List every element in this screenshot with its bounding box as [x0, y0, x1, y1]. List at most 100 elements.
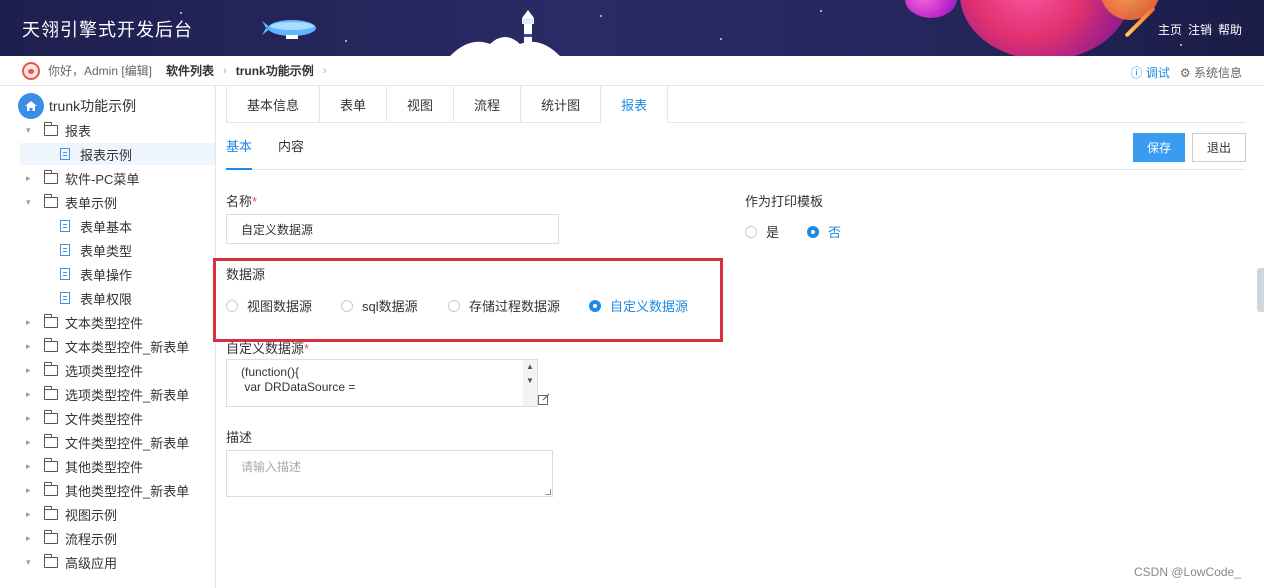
tree-item-label: 表单类型: [80, 243, 133, 259]
logout-link[interactable]: 注销: [1188, 21, 1212, 38]
star-decoration: [1180, 44, 1182, 46]
save-button[interactable]: 保存: [1133, 133, 1185, 162]
subtab-content[interactable]: 内容: [278, 134, 304, 170]
file-icon: [60, 148, 70, 160]
description-label: 描述: [226, 430, 253, 445]
breadcrumb-item-software-list[interactable]: 软件列表: [166, 62, 214, 79]
sidebar-tree-item[interactable]: 表单操作: [20, 263, 132, 285]
tab-basic-info[interactable]: 基本信息: [226, 86, 321, 123]
caret-right-icon[interactable]: ▸: [26, 173, 38, 184]
planet-illustration: [905, 0, 957, 18]
sidebar-tree-item[interactable]: 表单基本: [20, 215, 132, 237]
highlight-annotation-box: [213, 258, 723, 342]
tree-item-label: 选项类型控件_新表单: [65, 387, 190, 403]
caret-right-icon[interactable]: ▸: [26, 437, 38, 448]
edit-icon[interactable]: [538, 393, 550, 405]
top-tabs: 基本信息 表单 视图 流程 统计图 报表: [226, 86, 1246, 123]
blimp-illustration: [262, 20, 316, 39]
sidebar-tree-item[interactable]: 表单类型: [20, 239, 132, 261]
tree-item-label: 表单权限: [80, 291, 133, 307]
tree-item-label: 文件类型控件_新表单: [65, 435, 190, 451]
tab-chart[interactable]: 统计图: [521, 86, 602, 123]
tree-root-label: trunk功能示例: [49, 98, 137, 114]
tree-item-label: 文本类型控件_新表单: [65, 339, 190, 355]
print-no-radio[interactable]: 否: [807, 222, 841, 241]
sidebar-tree-item[interactable]: ▸ 文件类型控件: [26, 407, 143, 429]
radio-circle-icon: [745, 225, 757, 238]
resize-handle-icon[interactable]: [545, 489, 551, 495]
tab-report[interactable]: 报表: [601, 86, 669, 123]
caret-right-icon[interactable]: ▸: [26, 317, 38, 328]
star-decoration: [345, 40, 347, 42]
app-brand: 天翎引擎式开发后台: [22, 20, 193, 40]
gear-icon: ⚙: [1179, 66, 1194, 80]
custom-datasource-label: 自定义数据源*: [226, 341, 310, 356]
tree-root[interactable]: trunk功能示例: [18, 93, 136, 119]
name-label: 名称*: [226, 194, 258, 209]
sidebar-tree-item[interactable]: ▸ 文本类型控件: [26, 311, 143, 333]
tree-item-label: 报表示例: [80, 147, 133, 163]
sidebar-tree-item[interactable]: ▸ 软件-PC菜单: [26, 167, 139, 189]
file-icon: [60, 244, 70, 256]
caret-right-icon[interactable]: ▸: [26, 461, 38, 472]
home-link[interactable]: 主页: [1158, 21, 1182, 38]
sidebar-tree-item[interactable]: ▸ 其他类型控件: [26, 455, 143, 477]
caret-right-icon[interactable]: ▸: [26, 485, 38, 496]
sidebar-tree-item[interactable]: 报表示例: [20, 143, 215, 165]
custom-code-textarea[interactable]: (function(){ var DRDataSource = ▲ ▼: [226, 359, 538, 407]
tree-item-label: 其他类型控件: [65, 459, 144, 475]
caret-right-icon[interactable]: ▸: [26, 533, 38, 544]
print-yes-radio[interactable]: 是: [745, 222, 779, 241]
folder-icon: [44, 121, 58, 136]
caret-right-icon[interactable]: ▸: [26, 365, 38, 376]
side-panel-toggle[interactable]: [1257, 268, 1264, 312]
tree-item-label: 表单操作: [80, 267, 133, 283]
sidebar-tree-item[interactable]: ▸ 其他类型控件_新表单: [26, 479, 189, 501]
help-link[interactable]: 帮助: [1218, 21, 1242, 38]
folder-icon: [44, 313, 58, 328]
star-decoration: [600, 15, 602, 17]
sidebar-tree-item[interactable]: ▸ 选项类型控件_新表单: [26, 383, 189, 405]
sidebar-tree-item[interactable]: ▸ 文本类型控件_新表单: [26, 335, 189, 357]
name-input[interactable]: 自定义数据源: [226, 214, 559, 244]
user-greeting[interactable]: 你好，Admin [编辑]: [48, 62, 152, 79]
folder-icon: [44, 529, 58, 544]
caret-right-icon[interactable]: ▸: [26, 413, 38, 424]
sidebar-tree-item[interactable]: ▸ 选项类型控件: [26, 359, 143, 381]
avatar[interactable]: [22, 61, 40, 80]
caret-down-icon[interactable]: ▾: [26, 125, 38, 136]
info-icon: ⓘ: [1130, 66, 1146, 80]
breadcrumb-actions: ⓘ 调试 ⚙ 系统信息: [1131, 64, 1242, 81]
sidebar-tree-item[interactable]: ▾ 高级应用: [26, 551, 117, 573]
sidebar-tree-item[interactable]: ▾ 报表: [26, 119, 91, 141]
sidebar-tree-item[interactable]: 表单权限: [20, 287, 132, 309]
caret-down-icon[interactable]: ▾: [26, 557, 38, 568]
textarea-scrollbar[interactable]: ▲ ▼: [523, 360, 537, 406]
caret-right-icon[interactable]: ▸: [26, 341, 38, 352]
breadcrumb-item-trunk[interactable]: trunk功能示例: [236, 62, 314, 79]
tree-item-label: 视图示例: [65, 507, 118, 523]
sidebar-tree-item[interactable]: ▸ 视图示例: [26, 503, 117, 525]
folder-icon: [44, 193, 58, 208]
caret-right-icon[interactable]: ▸: [26, 509, 38, 520]
code-line: (function(){: [241, 365, 300, 379]
system-info-link[interactable]: ⚙ 系统信息: [1180, 64, 1242, 81]
star-decoration: [820, 10, 822, 12]
sidebar-tree-item[interactable]: ▸ 流程示例: [26, 527, 117, 549]
print-template-label: 作为打印模板: [745, 194, 824, 209]
caret-right-icon[interactable]: ▸: [26, 389, 38, 400]
folder-icon: [44, 481, 58, 496]
header-links: 主页 注销 帮助: [1158, 21, 1242, 38]
exit-button[interactable]: 退出: [1192, 133, 1246, 162]
sidebar-tree: trunk功能示例 ▾ 报表报表示例 ▸ 软件-PC菜单 ▾ 表单示例 表单基本表单类型表单…: [0, 86, 216, 588]
tab-flow[interactable]: 流程: [454, 86, 522, 123]
sidebar-tree-item[interactable]: ▸ 文件类型控件_新表单: [26, 431, 189, 453]
debug-link[interactable]: ⓘ 调试: [1131, 64, 1170, 81]
subtab-basic[interactable]: 基本: [226, 134, 253, 170]
tree-item-label: 软件-PC菜单: [65, 171, 140, 187]
sidebar-tree-item[interactable]: ▾ 表单示例: [26, 191, 117, 213]
description-textarea[interactable]: 请输入描述: [226, 450, 553, 497]
caret-down-icon[interactable]: ▾: [26, 197, 38, 208]
tab-form[interactable]: 表单: [320, 86, 388, 123]
tab-view[interactable]: 视图: [387, 86, 455, 123]
